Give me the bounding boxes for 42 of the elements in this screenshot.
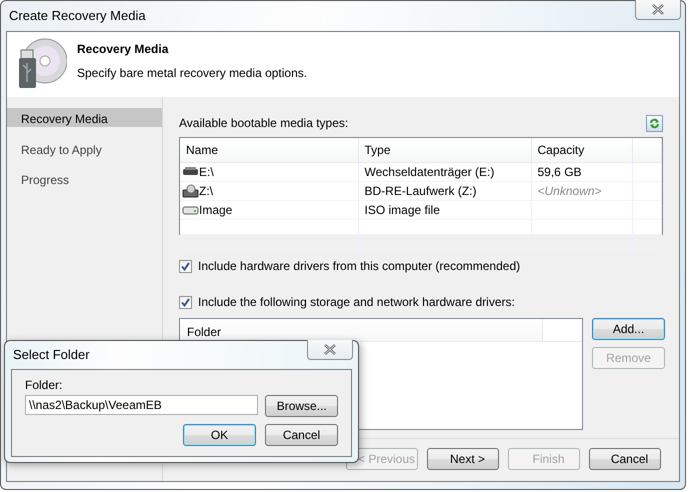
wizard-step[interactable]: Ready to Apply (7, 138, 162, 168)
refresh-button[interactable] (646, 115, 663, 132)
optical-drive-icon (182, 184, 199, 198)
wizard-step[interactable]: Recovery Media (7, 108, 162, 127)
header-subtitle: Specify bare metal recovery media options. (77, 65, 308, 82)
close-button[interactable] (635, 0, 681, 20)
table-cell: BD-RE-Laufwerk (Z:) (364, 184, 477, 198)
checkbox-label: Include the following storage and network hardware drivers: (198, 294, 515, 311)
dialog-title: Select Folder (13, 346, 90, 364)
checkbox-label: Include hardware drivers from this computer (recommended) (198, 258, 520, 275)
column-header[interactable]: Capacity (531, 138, 632, 162)
wizard-step[interactable]: Progress (7, 168, 162, 198)
column-header[interactable]: Folder (180, 319, 543, 341)
column-header[interactable]: Type (358, 138, 531, 162)
header-title: Recovery Media (77, 42, 170, 56)
table-row[interactable]: Z:\ BD-RE-Laufwerk (Z:) <Unknown> (180, 181, 662, 200)
table-cell: 59,6 GB (538, 164, 582, 178)
close-button[interactable] (307, 340, 353, 360)
table-cell: <Unknown> (538, 184, 602, 198)
table-cell: E:\ (199, 164, 214, 178)
column-header[interactable]: Name (180, 138, 358, 162)
refresh-icon (649, 118, 660, 129)
button[interactable]: Add... (592, 318, 665, 340)
window-title: Create Recovery Media (9, 7, 146, 26)
close-icon (651, 4, 665, 15)
button[interactable]: Next > (427, 448, 499, 470)
section-label: Available bootable media types: (179, 115, 348, 132)
table-row[interactable]: Image ISO image file (180, 200, 662, 219)
button[interactable]: Cancel (265, 424, 338, 446)
folder-field[interactable]: \\nas2\Backup\VeeamEB (25, 395, 258, 415)
checkbox[interactable] (179, 296, 192, 308)
button[interactable]: Browse... (265, 395, 338, 417)
button[interactable]: Cancel (589, 448, 661, 470)
checkbox[interactable] (179, 260, 192, 272)
field-label: Folder: (25, 377, 62, 394)
table-cell: Z:\ (199, 184, 213, 198)
table-cell: ISO image file (364, 202, 440, 216)
button[interactable]: OK (183, 424, 256, 446)
table-cell: Image (199, 202, 232, 216)
table-row[interactable]: E:\ Wechseldatenträger (E:) 59,6 GB (180, 162, 662, 181)
table-cell: Wechseldatenträger (E:) (364, 164, 494, 178)
close-icon (323, 344, 337, 355)
